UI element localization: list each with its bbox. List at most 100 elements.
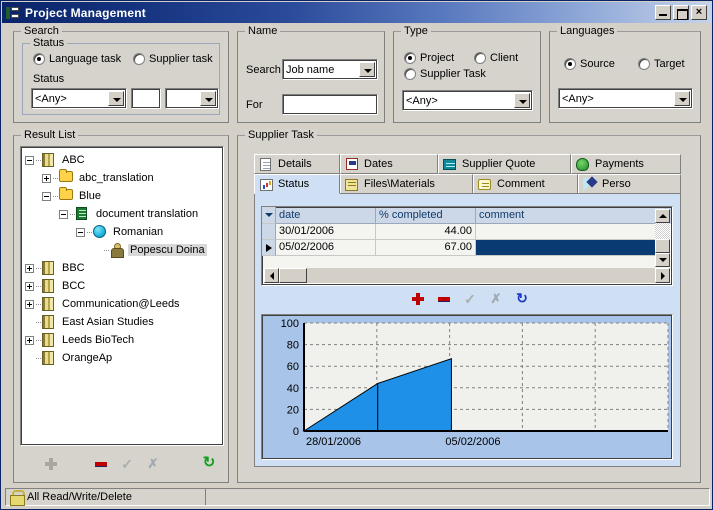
tree-node[interactable]: document translation — [25, 205, 223, 223]
status-small-input[interactable] — [131, 88, 161, 109]
radio-type-client[interactable]: Client — [474, 52, 518, 64]
scroll-thumb[interactable] — [655, 239, 670, 253]
tab-files-materials-label: Files\Materials — [364, 178, 435, 190]
hscroll-thumb[interactable] — [279, 268, 307, 283]
name-for-input[interactable] — [282, 94, 378, 115]
tab-payments[interactable]: Payments — [571, 154, 681, 174]
table-row[interactable]: 05/02/2006 67.00 — [262, 240, 672, 256]
tree-node[interactable]: BCC — [25, 277, 223, 295]
expand-icon[interactable] — [25, 299, 34, 309]
scroll-track[interactable] — [655, 223, 670, 239]
search-group-caption: Search — [21, 25, 62, 37]
collapse-icon[interactable] — [76, 227, 85, 237]
cell-date[interactable]: 05/02/2006 — [276, 240, 376, 256]
tree-node[interactable]: OrangeAp — [25, 349, 223, 367]
tree-node[interactable]: Romanian — [25, 223, 223, 241]
tree-node[interactable]: abc_translation — [25, 169, 223, 187]
chevron-down-icon[interactable] — [108, 91, 124, 106]
grid-nav-add-button[interactable] — [409, 291, 427, 307]
nav-refresh-button[interactable]: ↻ — [200, 455, 218, 471]
tree-node[interactable]: Communication@Leeds — [25, 295, 223, 313]
chevron-down-icon[interactable] — [359, 62, 375, 77]
radio-type-supplier-task[interactable]: Supplier Task — [404, 68, 486, 80]
type-combo[interactable]: <Any> — [402, 90, 533, 111]
radio-dot-icon — [404, 68, 416, 80]
radio-supplier-task[interactable]: Supplier task — [133, 53, 213, 65]
globe-icon — [92, 225, 108, 239]
tree-node[interactable]: ABC — [25, 151, 223, 169]
languages-combo[interactable]: <Any> — [558, 88, 693, 109]
tab-perso-label: Perso — [602, 178, 631, 190]
status-combo[interactable]: <Any> — [31, 88, 127, 109]
collapse-icon[interactable] — [42, 191, 51, 201]
tab-dates[interactable]: Dates — [340, 154, 438, 174]
grid-nav-cancel-button[interactable]: ✗ — [487, 291, 505, 307]
grid-nav-delete-button[interactable] — [435, 291, 453, 307]
grid-col-date[interactable]: date — [276, 207, 376, 224]
grid-nav-post-button[interactable]: ✓ — [461, 291, 479, 307]
grid-nav-refresh-button[interactable]: ↻ — [513, 290, 531, 306]
grid-col-comment[interactable]: comment — [476, 207, 666, 224]
search-status-group: Status Language task Supplier task Statu… — [22, 37, 220, 115]
grid-header-marker[interactable] — [262, 207, 276, 224]
window-buttons: × — [655, 5, 707, 20]
nav-add-button[interactable] — [42, 456, 60, 472]
scroll-up-button[interactable] — [655, 209, 670, 223]
building-icon — [41, 261, 57, 275]
grid-col-percent[interactable]: % completed — [376, 207, 476, 224]
cell-percent[interactable]: 67.00 — [376, 240, 476, 256]
tab-status[interactable]: Status — [254, 174, 340, 194]
radio-lang-source[interactable]: Source — [564, 58, 615, 70]
collapse-icon[interactable] — [25, 155, 34, 165]
collapse-icon[interactable] — [59, 209, 68, 219]
grid-vscrollbar[interactable] — [655, 209, 670, 267]
cell-date[interactable]: 30/01/2006 — [276, 224, 376, 240]
radio-lang-target-label: Target — [654, 58, 685, 70]
scroll-left-button[interactable] — [264, 268, 279, 283]
chart-ytick-label: 40 — [287, 383, 299, 395]
tab-details[interactable]: Details — [254, 154, 340, 174]
result-tree[interactable]: ABC abc_translation Blue document translati… — [20, 146, 224, 446]
table-row[interactable]: 30/01/2006 44.00 — [262, 224, 672, 240]
tab-supplier-quote[interactable]: Supplier Quote — [438, 154, 571, 174]
quote-icon — [442, 157, 458, 172]
tab-files-materials[interactable]: Files\Materials — [340, 174, 473, 194]
expand-icon[interactable] — [42, 173, 51, 183]
nav-delete-button[interactable] — [92, 456, 110, 472]
tree-node[interactable]: Popescu Doina — [25, 241, 223, 259]
minimize-button[interactable] — [655, 5, 671, 20]
comment-icon — [477, 177, 493, 192]
maximize-button[interactable] — [673, 5, 689, 20]
chevron-down-icon[interactable] — [674, 91, 690, 106]
tab-comment[interactable]: Comment — [473, 174, 578, 194]
cell-comment[interactable] — [476, 224, 666, 240]
expand-icon[interactable] — [25, 281, 34, 291]
radio-lang-target[interactable]: Target — [638, 58, 685, 70]
nav-post-button[interactable]: ✓ — [118, 456, 136, 472]
expand-icon[interactable] — [25, 335, 34, 345]
status-bar-text: All Read/Write/Delete — [27, 491, 132, 503]
tree-node[interactable]: Blue — [25, 187, 223, 205]
cell-comment-selected[interactable] — [476, 240, 666, 256]
grid-hscrollbar[interactable] — [264, 268, 670, 283]
tree-node-label: OrangeAp — [62, 352, 113, 364]
radio-language-task[interactable]: Language task — [33, 53, 121, 65]
status-grid[interactable]: date % completed comment 30/01/2006 44.0… — [261, 206, 673, 286]
radio-type-project[interactable]: Project — [404, 52, 454, 64]
tab-perso[interactable]: Perso — [578, 174, 681, 194]
tree-node[interactable]: BBC — [25, 259, 223, 277]
name-search-combo[interactable]: Job name — [282, 59, 378, 80]
nav-cancel-button[interactable]: ✗ — [144, 456, 162, 472]
name-group: Name Search Job name For — [237, 25, 385, 123]
chevron-down-icon[interactable] — [200, 91, 216, 106]
chevron-down-icon[interactable] — [514, 93, 530, 108]
tree-node[interactable]: East Asian Studies — [25, 313, 223, 331]
close-button[interactable]: × — [691, 5, 707, 20]
expand-icon[interactable] — [25, 263, 34, 273]
cell-percent[interactable]: 44.00 — [376, 224, 476, 240]
dates-icon — [344, 157, 360, 172]
tree-node[interactable]: Leeds BioTech — [25, 331, 223, 349]
scroll-right-button[interactable] — [655, 268, 670, 283]
status-second-combo[interactable] — [165, 88, 219, 109]
scroll-down-button[interactable] — [655, 253, 670, 267]
